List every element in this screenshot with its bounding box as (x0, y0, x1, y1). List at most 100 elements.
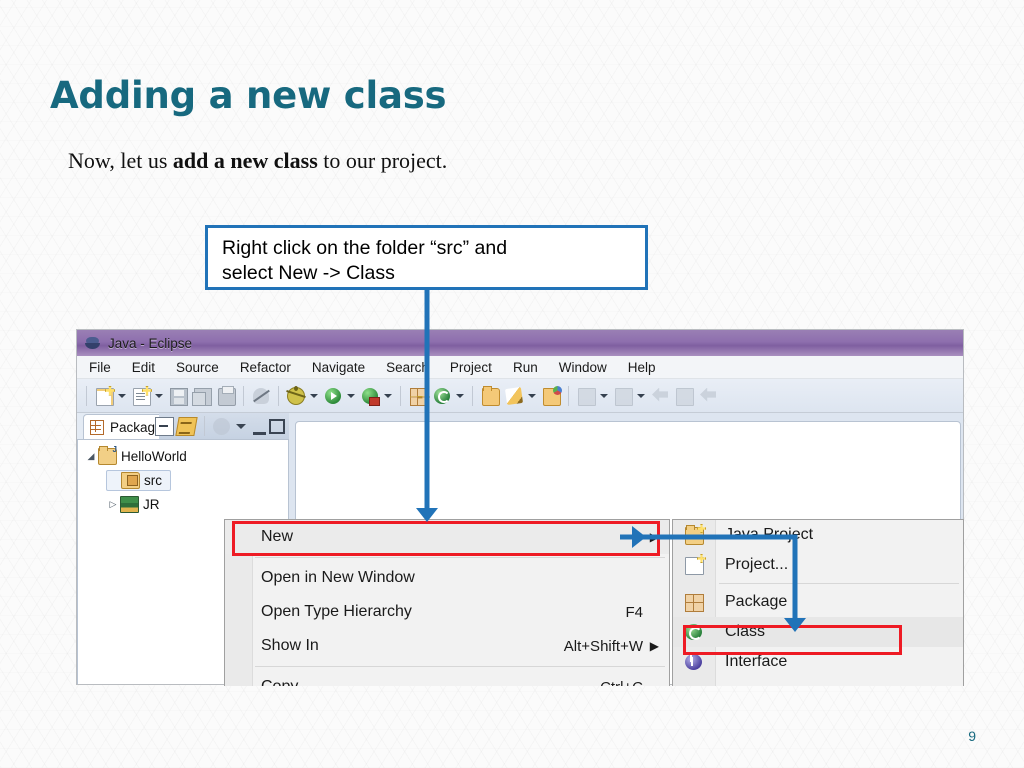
menu-separator (255, 666, 665, 667)
subtitle-bold: add a new class (172, 148, 318, 173)
java-project-icon (98, 445, 117, 465)
print-button[interactable] (215, 385, 237, 407)
context-menu-item-show-in[interactable]: Show In Alt+Shift+W ▶ (225, 629, 669, 663)
menu-help[interactable]: Help (628, 360, 656, 375)
submenu-item-label: Class (725, 623, 766, 640)
external-tools-button[interactable] (359, 385, 381, 407)
submenu-item-interface[interactable]: Interface (673, 647, 963, 677)
menu-source[interactable]: Source (176, 360, 219, 375)
previous-annotation-button[interactable] (612, 385, 634, 407)
twisty-icon[interactable]: ◢ (84, 451, 98, 462)
save-all-button[interactable] (191, 385, 213, 407)
submenu-arrow-icon: ▶ (649, 530, 659, 544)
menu-separator (255, 557, 665, 558)
page-number: 9 (968, 728, 976, 744)
toolbar-separator (243, 385, 244, 406)
last-edit-icon (700, 387, 716, 402)
context-menu-item-new[interactable]: New ▶ (225, 520, 669, 554)
menu-item-label: Open in New Window (261, 569, 415, 586)
context-menu-item-copy[interactable]: Copy Ctrl+C (225, 670, 669, 686)
tree-item-jr[interactable]: ▷ JR (106, 494, 168, 515)
class-icon (685, 624, 702, 640)
chevron-down-icon[interactable] (233, 418, 250, 435)
source-folder-icon (121, 472, 140, 489)
run-icon (325, 387, 341, 404)
context-menu-item-open-type-hierarchy[interactable]: Open Type Hierarchy F4 (225, 595, 669, 629)
open-task-dropdown-icon[interactable] (526, 385, 537, 407)
menu-search[interactable]: Search (386, 360, 429, 375)
strike-icon (253, 387, 269, 404)
next-annotation-dropdown-icon[interactable] (598, 385, 609, 407)
new-file-button[interactable] (93, 385, 115, 407)
instruction-callout: Right click on the folder “src” and sele… (205, 225, 648, 290)
collapse-all-icon[interactable] (155, 416, 174, 436)
new-class-dropdown-icon[interactable] (454, 385, 465, 407)
package-icon (410, 387, 428, 406)
menu-item-label: Open Type Hierarchy (261, 603, 412, 620)
folder-icon (482, 385, 500, 406)
tree-item-helloworld[interactable]: ◢ HelloWorld (84, 445, 195, 467)
menu-file[interactable]: File (89, 360, 111, 375)
context-menu-item-open-in-new-window[interactable]: Open in New Window (225, 561, 669, 595)
menu-item-label: Copy (261, 678, 298, 686)
new-class-button[interactable] (431, 385, 453, 407)
java-project-icon (685, 525, 704, 545)
forward-arrow-icon (676, 387, 694, 406)
bug-icon (288, 385, 304, 404)
debug-button[interactable] (285, 385, 307, 407)
toggle-mark-occurrences-button[interactable] (250, 385, 272, 407)
submenu-item-java-project[interactable]: Java Project (673, 520, 963, 550)
maximize-icon[interactable] (269, 418, 285, 434)
previous-annotation-dropdown-icon[interactable] (635, 385, 646, 407)
menu-project[interactable]: Project (450, 360, 492, 375)
tree-item-label: src (144, 473, 162, 488)
new-item-dropdown-icon[interactable] (153, 385, 164, 407)
submenu-item-package[interactable]: Package (673, 587, 963, 617)
folder-color-icon (543, 385, 562, 406)
save-button[interactable] (167, 385, 189, 407)
menu-item-shortcut: Alt+Shift+W (563, 637, 643, 655)
minimize-icon[interactable] (253, 422, 266, 435)
submenu-item-label: Package (725, 593, 788, 610)
back-button[interactable] (649, 385, 671, 407)
next-annotation-icon (578, 387, 596, 406)
focus-task-icon[interactable] (213, 417, 230, 435)
new-item-button[interactable] (130, 385, 152, 407)
subtitle-suffix: to our project. (317, 148, 448, 173)
new-file-dropdown-icon[interactable] (116, 385, 127, 407)
link-with-editor-icon[interactable] (175, 416, 198, 436)
menubar: File Edit Source Refactor Navigate Search Proj… (77, 356, 963, 379)
window-title: Java - Eclipse (108, 335, 193, 351)
run-dropdown-icon[interactable] (345, 385, 356, 407)
debug-dropdown-icon[interactable] (308, 385, 319, 407)
new-package-button[interactable] (407, 385, 429, 407)
menu-refactor[interactable]: Refactor (240, 360, 291, 375)
save-icon (170, 387, 188, 406)
submenu-item-class[interactable]: Class (673, 617, 963, 647)
submenu-separator (719, 583, 959, 584)
twisty-icon[interactable]: ▷ (106, 499, 120, 510)
new-submenu[interactable]: Java Project Project... Package Class Interf… (672, 519, 964, 686)
class-icon (434, 387, 450, 404)
tree-item-src[interactable]: src (106, 470, 171, 491)
forward-button[interactable] (673, 385, 695, 407)
menu-run[interactable]: Run (513, 360, 538, 375)
menu-edit[interactable]: Edit (132, 360, 155, 375)
context-menu[interactable]: New ▶ Open in New Window Open Type Hierarch… (224, 519, 670, 686)
menu-navigate[interactable]: Navigate (312, 360, 365, 375)
last-edit-button[interactable] (697, 385, 719, 407)
eclipse-logo-icon (85, 336, 101, 350)
submenu-item-project[interactable]: Project... (673, 550, 963, 580)
menu-item-shortcut: Ctrl+C (600, 679, 643, 687)
run-button[interactable] (322, 385, 344, 407)
open-type-button[interactable] (479, 385, 501, 407)
new-item-icon (133, 387, 151, 406)
open-task-button[interactable] (503, 385, 525, 407)
external-tools-dropdown-icon[interactable] (382, 385, 393, 407)
next-annotation-button[interactable] (575, 385, 597, 407)
toolbar-separator (86, 385, 87, 406)
open-resource-button[interactable] (540, 385, 562, 407)
subtitle-prefix: Now, let us (68, 148, 173, 173)
menu-window[interactable]: Window (559, 360, 607, 375)
window-titlebar: Java - Eclipse (77, 330, 963, 356)
